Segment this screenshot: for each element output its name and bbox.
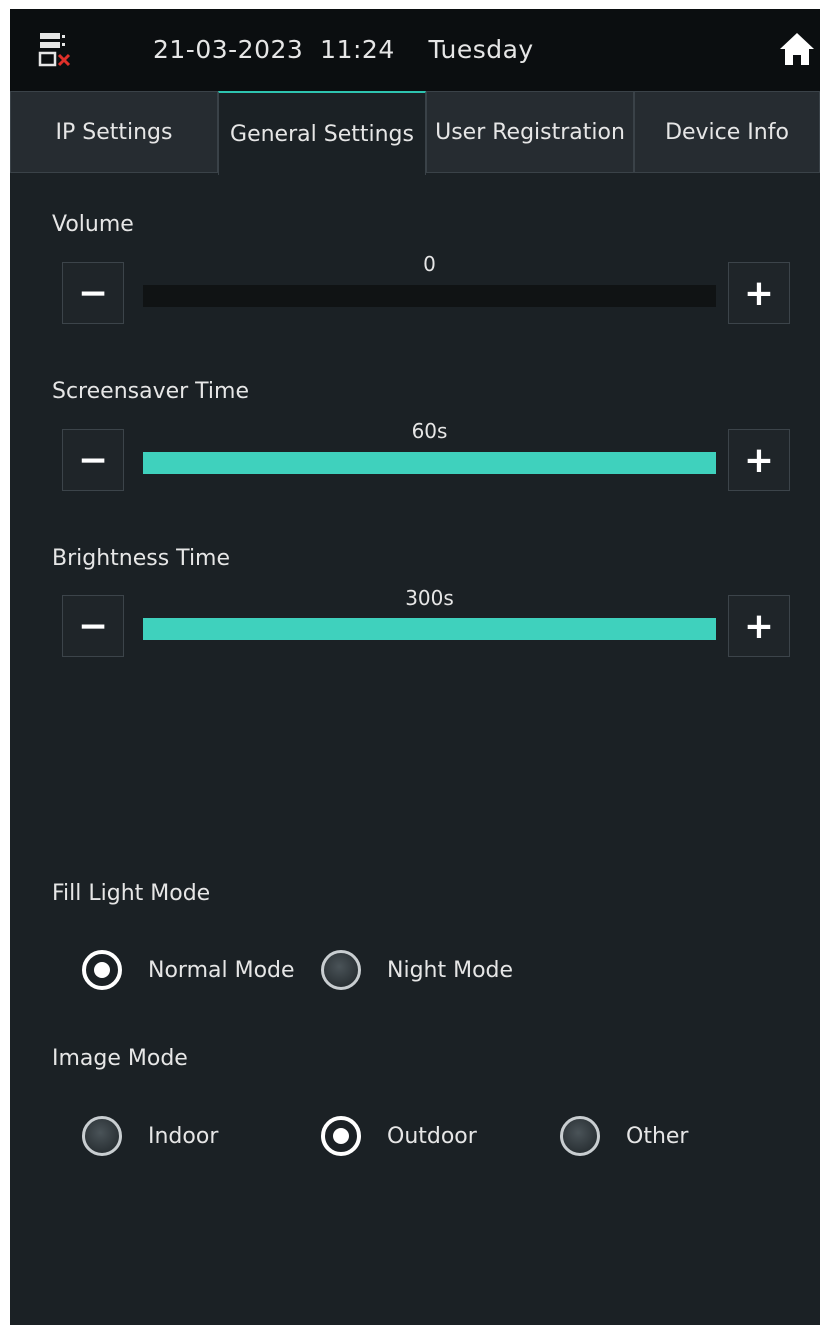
radio-outdoor[interactable]: Outdoor: [321, 1116, 477, 1156]
volume-increase-button[interactable]: +: [728, 262, 790, 324]
radio-other[interactable]: Other: [560, 1116, 688, 1156]
brightness-slider-track[interactable]: [143, 618, 716, 640]
volume-decrease-button[interactable]: −: [62, 262, 124, 324]
tab-label: Device Info: [665, 119, 789, 145]
radio-label: Night Mode: [387, 957, 514, 983]
brightness-increase-button[interactable]: +: [728, 595, 790, 657]
radio-label: Outdoor: [387, 1123, 477, 1149]
home-icon[interactable]: [778, 29, 816, 69]
radio-indicator: [82, 950, 122, 990]
tab-bar: IP Settings General Settings User Regist…: [10, 91, 820, 175]
radio-normal-mode[interactable]: Normal Mode: [82, 950, 295, 990]
image-mode-options: Indoor Outdoor Other: [10, 1116, 820, 1166]
volume-slider-track[interactable]: [143, 285, 716, 307]
tab-label: General Settings: [230, 121, 414, 147]
tab-label: IP Settings: [55, 119, 173, 145]
radio-indicator: [560, 1116, 600, 1156]
tab-user-registration[interactable]: User Registration: [426, 91, 634, 173]
screensaver-label: Screensaver Time: [52, 379, 250, 404]
screensaver-value: 60s: [411, 419, 448, 443]
network-disconnected-icon: [38, 33, 71, 67]
brightness-label: Brightness Time: [52, 546, 231, 571]
volume-label: Volume: [52, 212, 134, 237]
brightness-value: 300s: [405, 586, 454, 610]
status-bar: 21-03-2023 11:24 Tuesday: [10, 9, 820, 91]
tab-ip-settings[interactable]: IP Settings: [10, 91, 218, 173]
screensaver-increase-button[interactable]: +: [728, 429, 790, 491]
image-mode-label: Image Mode: [52, 1046, 188, 1071]
tab-general-settings[interactable]: General Settings: [218, 91, 426, 175]
date-time-display: 21-03-2023 11:24 Tuesday: [153, 35, 534, 64]
radio-indicator: [321, 950, 361, 990]
screensaver-slider-fill: [143, 452, 716, 474]
brightness-decrease-button[interactable]: −: [62, 595, 124, 657]
settings-screen: 21-03-2023 11:24 Tuesday IP Settings Gen…: [10, 9, 820, 1325]
tab-device-info[interactable]: Device Info: [634, 91, 820, 173]
radio-indoor[interactable]: Indoor: [82, 1116, 218, 1156]
volume-value: 0: [423, 252, 436, 276]
fill-light-mode-options: Normal Mode Night Mode: [10, 950, 820, 1000]
brightness-slider-fill: [143, 618, 716, 640]
radio-indicator: [321, 1116, 361, 1156]
radio-label: Indoor: [148, 1123, 219, 1149]
screensaver-slider-track[interactable]: [143, 452, 716, 474]
tab-label: User Registration: [435, 119, 625, 145]
radio-label: Normal Mode: [148, 957, 295, 983]
radio-indicator: [82, 1116, 122, 1156]
radio-label: Other: [626, 1123, 689, 1149]
screensaver-decrease-button[interactable]: −: [62, 429, 124, 491]
fill-light-mode-label: Fill Light Mode: [52, 881, 211, 906]
radio-night-mode[interactable]: Night Mode: [321, 950, 513, 990]
